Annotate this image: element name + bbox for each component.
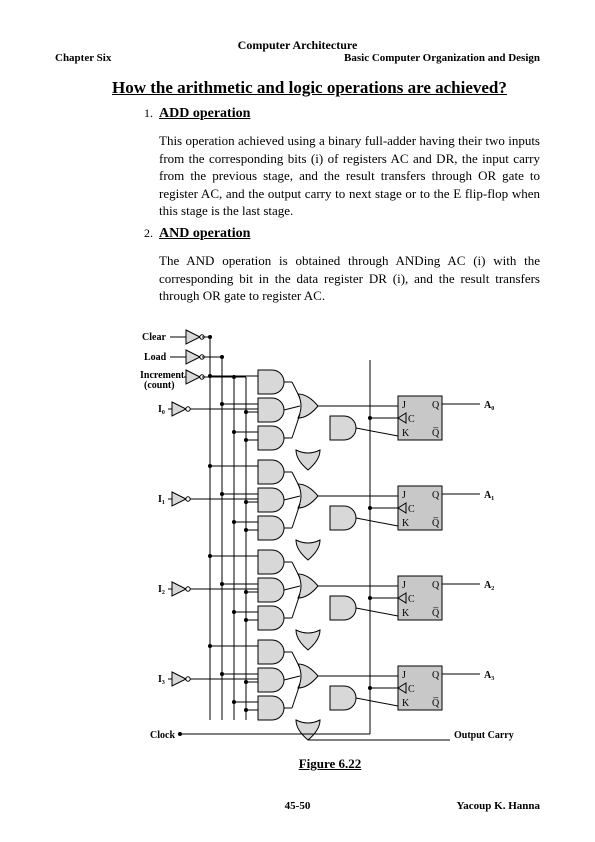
item-num-1: 1.: [135, 106, 153, 121]
label-load: Load: [144, 352, 167, 363]
svg-text:Q̅: Q̅: [432, 698, 440, 709]
svg-text:K: K: [402, 698, 410, 709]
header-section: Basic Computer Organization and Design: [344, 52, 540, 64]
svg-text:C: C: [408, 594, 415, 605]
item-title-add: ADD operation: [159, 106, 250, 122]
label-clear: Clear: [142, 332, 166, 343]
page-title: How the arithmetic and logic operations …: [112, 78, 507, 98]
svg-text:K: K: [402, 518, 410, 529]
label-i3: I₃: [158, 674, 165, 685]
svg-text:C: C: [408, 684, 415, 695]
footer-author: Yacoup K. Hanna: [457, 800, 540, 812]
label-i0: I₀: [158, 404, 165, 415]
header-chapter: Chapter Six: [55, 52, 111, 64]
svg-text:Q̅: Q̅: [432, 518, 440, 529]
item-num-2: 2.: [135, 226, 153, 241]
svg-text:C: C: [408, 414, 415, 425]
svg-text:Q: Q: [432, 580, 440, 591]
label-i2: I₂: [158, 584, 165, 595]
svg-text:K: K: [402, 608, 410, 619]
svg-text:J: J: [402, 490, 406, 501]
figure: Clear Load Increment (count) I₀ I₁ I₂ I₃…: [140, 320, 520, 772]
label-a2: A₂: [484, 580, 494, 591]
svg-text:Q̅: Q̅: [432, 428, 440, 439]
label-increment2: (count): [144, 380, 175, 391]
label-clock: Clock: [150, 730, 175, 741]
svg-text:C: C: [408, 504, 415, 515]
label-a0: A₀: [484, 400, 494, 411]
svg-text:K: K: [402, 428, 410, 439]
svg-text:J: J: [402, 670, 406, 681]
section-add: 1. ADD operation This operation achieved…: [135, 106, 540, 220]
svg-text:Q: Q: [432, 400, 440, 411]
section-and: 2. AND operation The AND operation is ob…: [135, 226, 540, 305]
svg-text:Q: Q: [432, 670, 440, 681]
item-body-and: The AND operation is obtained through AN…: [159, 252, 540, 305]
header-title: Computer Architecture: [0, 38, 595, 53]
svg-text:J: J: [402, 580, 406, 591]
label-a3: A₃: [484, 670, 494, 681]
svg-text:J: J: [402, 400, 406, 411]
label-output-carry: Output Carry: [454, 730, 514, 741]
svg-text:Q: Q: [432, 490, 440, 501]
label-a1: A₁: [484, 490, 494, 501]
label-i1: I₁: [158, 494, 165, 505]
item-title-and: AND operation: [159, 226, 250, 242]
circuit-diagram: Clear Load Increment (count) I₀ I₁ I₂ I₃…: [140, 320, 520, 750]
item-body-add: This operation achieved using a binary f…: [159, 132, 540, 220]
svg-text:Q̅: Q̅: [432, 608, 440, 619]
figure-caption: Figure 6.22: [140, 756, 520, 772]
